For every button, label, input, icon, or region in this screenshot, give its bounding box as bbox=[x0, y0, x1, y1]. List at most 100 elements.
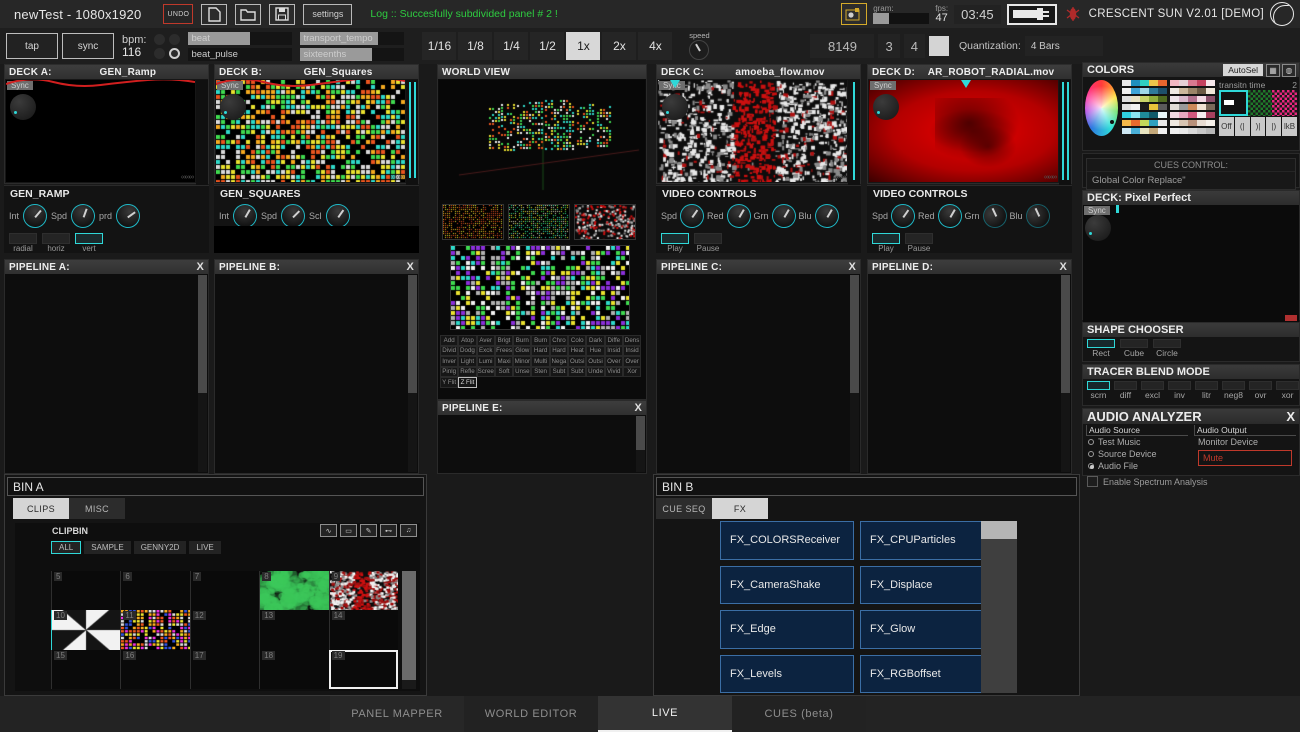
tab-world-editor[interactable]: WORLD EDITOR bbox=[464, 696, 598, 732]
pipeline-c[interactable]: PIPELINE C: X bbox=[656, 259, 861, 474]
clip-cell[interactable]: 18 bbox=[259, 649, 329, 689]
blend-mode-cell[interactable]: Subt bbox=[549, 366, 569, 377]
palette-swatch[interactable] bbox=[1206, 88, 1215, 94]
palette-swatch[interactable] bbox=[1197, 112, 1206, 118]
blend-mode-cell[interactable]: Burn bbox=[531, 335, 550, 346]
clip-cell[interactable]: 19 bbox=[328, 649, 398, 689]
palette-swatch[interactable] bbox=[1140, 96, 1149, 102]
bin-a-tab-misc[interactable]: MISC bbox=[69, 498, 125, 519]
grid-icon[interactable]: ▦ bbox=[1266, 64, 1280, 77]
clip-cell[interactable]: 8 bbox=[259, 571, 329, 611]
deck-c-preview[interactable]: Sync ∞∞∞ bbox=[658, 80, 847, 182]
color-palette[interactable] bbox=[1122, 80, 1215, 136]
world-thumb-1[interactable] bbox=[442, 204, 504, 240]
deck-a-color-blob[interactable] bbox=[10, 94, 36, 120]
tag-icon[interactable]: ✎ bbox=[360, 524, 377, 537]
deck-a-mode-horiz[interactable] bbox=[42, 233, 70, 244]
world-main-thumb[interactable] bbox=[450, 245, 630, 330]
palette-row[interactable] bbox=[1122, 96, 1167, 102]
tracer-inv-button[interactable] bbox=[1168, 381, 1191, 390]
clip-cell[interactable]: 12 bbox=[189, 610, 260, 650]
phase-3-button[interactable]: |) bbox=[1266, 117, 1282, 136]
deck-d-sync[interactable]: Sync bbox=[870, 81, 896, 90]
deck-a-knob-spd[interactable] bbox=[67, 200, 99, 232]
pipeline-c-close-icon[interactable]: X bbox=[848, 261, 856, 273]
transition-time-value[interactable]: 2 bbox=[1292, 80, 1297, 90]
tracer-blend-panel[interactable]: TRACER BLEND MODE scrn diff excl inv lit… bbox=[1082, 364, 1300, 406]
palette-swatch[interactable] bbox=[1158, 120, 1167, 126]
deck-c-play-button[interactable] bbox=[661, 233, 689, 244]
colors-panel[interactable]: COLORS AutoSel ▦ ◍ transitn time 2 Off (… bbox=[1082, 62, 1300, 151]
clip-cell[interactable]: 14 bbox=[328, 610, 398, 650]
tracer-excl-button[interactable] bbox=[1141, 381, 1164, 390]
cues-control-box[interactable]: CUES CONTROL: Global Color Replace" bbox=[1086, 158, 1296, 190]
deck-a-mode-radial[interactable] bbox=[9, 233, 37, 244]
deck-d-resize-grip[interactable]: ∞∞∞ bbox=[1044, 174, 1057, 181]
palette-swatch[interactable] bbox=[1179, 112, 1188, 118]
blend-mode-cell[interactable]: Outsi bbox=[568, 356, 587, 367]
deck-b-color-blob[interactable] bbox=[220, 94, 246, 120]
world-view-canvas[interactable] bbox=[439, 80, 645, 200]
palette-swatch[interactable] bbox=[1140, 112, 1149, 118]
palette-row[interactable] bbox=[1170, 80, 1215, 86]
palette-row[interactable] bbox=[1170, 104, 1215, 110]
palette-swatch[interactable] bbox=[1140, 128, 1149, 134]
palette-swatch[interactable] bbox=[1158, 112, 1167, 118]
audio-analyzer-panel[interactable]: AUDIO ANALYZER X Audio Source Test Music… bbox=[1082, 408, 1300, 487]
palette-swatch[interactable] bbox=[1131, 104, 1140, 110]
palette-row[interactable] bbox=[1122, 128, 1167, 134]
palette-swatch[interactable] bbox=[1179, 80, 1188, 86]
palette-row[interactable] bbox=[1122, 88, 1167, 94]
bin-b-tab-fx[interactable]: FX bbox=[712, 498, 768, 519]
division-4x[interactable]: 4x bbox=[638, 32, 673, 60]
deck-a-resize-grip[interactable]: ∞∞∞ bbox=[181, 174, 194, 181]
palette-swatch[interactable] bbox=[1206, 120, 1215, 126]
blend-mode-cell[interactable]: Unse bbox=[513, 366, 532, 377]
blend-mode-cell[interactable]: Dodg bbox=[458, 345, 477, 356]
speed-knob-dial[interactable] bbox=[689, 40, 710, 60]
palette-swatch[interactable] bbox=[1149, 128, 1158, 134]
deck-b[interactable]: DECK B: GEN_Squares Sync ∞∞∞ bbox=[214, 64, 419, 185]
palette-swatch[interactable] bbox=[1170, 112, 1179, 118]
palette-row[interactable] bbox=[1122, 104, 1167, 110]
filter-live[interactable]: LIVE bbox=[189, 541, 221, 554]
blend-mode-cell[interactable]: Soft bbox=[494, 366, 514, 377]
palette-swatch[interactable] bbox=[1188, 80, 1197, 86]
shape-rect-button[interactable] bbox=[1087, 339, 1115, 348]
palette-swatch[interactable] bbox=[1158, 80, 1167, 86]
pipeline-e-close-icon[interactable]: X bbox=[634, 402, 642, 414]
palette-swatch[interactable] bbox=[1206, 80, 1215, 86]
palette-swatch[interactable] bbox=[1188, 88, 1197, 94]
clip-cell[interactable]: 15 bbox=[51, 649, 121, 689]
globe-icon[interactable]: ◍ bbox=[1282, 64, 1296, 77]
blend-mode-cell[interactable]: Over bbox=[604, 356, 623, 367]
shape-cube-button[interactable] bbox=[1120, 339, 1148, 348]
division-1-2[interactable]: 1/2 bbox=[530, 32, 565, 60]
tracer-diff-button[interactable] bbox=[1114, 381, 1137, 390]
blend-mode-cell[interactable]: Colo bbox=[568, 335, 587, 346]
palette-swatch[interactable] bbox=[1197, 96, 1206, 102]
blend-mode-cell[interactable]: Frees bbox=[494, 345, 514, 356]
bin-b-panel[interactable]: BIN B CUE SEQ FX FX_COLORSReceiver FX_CPU… bbox=[653, 474, 1080, 696]
mute-button[interactable]: Mute bbox=[1198, 450, 1292, 466]
fx-grid[interactable]: FX_COLORSReceiver FX_CPUParticles FX_Camer… bbox=[720, 521, 994, 693]
transition-pattern-strip[interactable] bbox=[1219, 90, 1298, 116]
blend-mode-cell[interactable]: Pinlg bbox=[440, 366, 459, 377]
palette-swatch[interactable] bbox=[1140, 120, 1149, 126]
shape-circle-button[interactable] bbox=[1153, 339, 1181, 348]
gram-meter[interactable]: gram: bbox=[873, 2, 930, 26]
fx-button[interactable]: FX_COLORSReceiver bbox=[720, 521, 854, 560]
audio-note-icon[interactable]: ♫ bbox=[400, 524, 417, 537]
pattern-swatch-selected[interactable] bbox=[1219, 90, 1248, 116]
pixel-perfect-sync[interactable]: Sync bbox=[1084, 206, 1110, 215]
blend-mode-cell[interactable]: Dark bbox=[586, 335, 605, 346]
palette-swatch[interactable] bbox=[1122, 80, 1131, 86]
palette-swatch[interactable] bbox=[1149, 112, 1158, 118]
fx-button[interactable]: FX_CPUParticles bbox=[860, 521, 994, 560]
deck-a-preview[interactable]: Sync ∞∞∞ bbox=[6, 80, 195, 182]
palette-row[interactable] bbox=[1170, 112, 1215, 118]
phase-lkb-button[interactable]: lkB bbox=[1282, 117, 1297, 136]
pipeline-e[interactable]: PIPELINE E: X bbox=[437, 400, 647, 474]
clip-cell[interactable]: 10 bbox=[51, 610, 121, 650]
deck-c[interactable]: DECK C: amoeba_flow.mov Sync ∞∞∞ bbox=[656, 64, 861, 185]
